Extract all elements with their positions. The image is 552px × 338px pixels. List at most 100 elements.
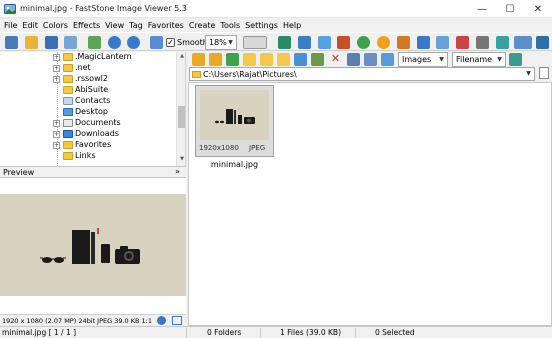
smooth-checkbox[interactable]: ✓: [166, 38, 175, 47]
fullscreen-icon[interactable]: [172, 316, 182, 325]
menu-create[interactable]: Create: [188, 21, 220, 30]
email-icon[interactable]: [88, 36, 101, 49]
menu-effects[interactable]: Effects: [72, 21, 104, 30]
folder-icon[interactable]: [25, 36, 38, 49]
resize-icon[interactable]: [278, 36, 291, 49]
menu-tag[interactable]: Tag: [128, 21, 147, 30]
tree-item[interactable]: Links: [0, 151, 176, 162]
chevron-down-icon[interactable]: ▼: [524, 68, 533, 79]
folder-icon: [192, 71, 201, 78]
forward-arrow-icon[interactable]: [209, 53, 222, 66]
tree-item[interactable]: + Favorites: [0, 140, 176, 151]
menu-help[interactable]: Help: [282, 21, 305, 30]
address-bar[interactable]: C:\Users\Rajat\Pictures\ ▼: [189, 67, 535, 81]
exit-icon[interactable]: [536, 36, 549, 49]
back-arrow-icon[interactable]: [192, 53, 205, 66]
draw-icon[interactable]: [337, 36, 350, 49]
folder-icon[interactable]: [243, 53, 256, 66]
folder-copy-icon[interactable]: [277, 53, 290, 66]
address-path: C:\Users\Rajat\Pictures\: [203, 70, 297, 79]
thumbnail-filename[interactable]: minimal.jpg: [195, 160, 274, 169]
tree-item[interactable]: Contacts: [0, 96, 176, 107]
tree-item[interactable]: + .MagicLantern: [0, 52, 176, 63]
status-divider: [186, 328, 187, 338]
open-icon[interactable]: [5, 36, 18, 49]
expand-icon[interactable]: +: [53, 76, 60, 83]
view-list-icon[interactable]: [364, 53, 377, 66]
tree-item[interactable]: + Documents: [0, 118, 176, 129]
status-file: minimal.jpg [ 1 / 1 ]: [2, 328, 77, 337]
tree-item[interactable]: AbiSuite: [0, 85, 176, 96]
thumbnail-dimensions: 1920x1080: [199, 144, 239, 152]
rotate-right-icon[interactable]: [417, 36, 430, 49]
folder-tree[interactable]: + .MagicLantern + .net + .rssowl2 AbiSui…: [0, 52, 186, 166]
clipboard-icon[interactable]: [539, 67, 549, 79]
tree-scrollbar[interactable]: ▲ ▼: [176, 52, 185, 166]
save-icon[interactable]: [45, 36, 58, 49]
delete-icon[interactable]: [456, 36, 469, 49]
tree-item[interactable]: + Downloads: [0, 129, 176, 140]
flip-icon[interactable]: [318, 36, 331, 49]
tree-item-label: Links: [75, 151, 96, 160]
hand-tool-icon[interactable]: [243, 36, 267, 49]
menu-colors[interactable]: Colors: [42, 21, 72, 30]
expand-icon[interactable]: +: [53, 131, 60, 138]
tree-item[interactable]: + .rssowl2: [0, 74, 176, 85]
refresh-icon[interactable]: [294, 53, 307, 66]
view-thumbnails-icon[interactable]: [347, 53, 360, 66]
close-button[interactable]: ✕: [524, 0, 552, 18]
scroll-down-icon[interactable]: ▼: [178, 156, 185, 164]
expand-icon[interactable]: +: [53, 120, 60, 127]
scrollbar-thumb[interactable]: [178, 106, 185, 128]
view-details-icon[interactable]: [381, 53, 394, 66]
delete-icon[interactable]: ✕: [329, 53, 342, 66]
tree-item[interactable]: + .net: [0, 63, 176, 74]
layout-icon[interactable]: [514, 36, 532, 49]
fit-icon[interactable]: [157, 316, 166, 325]
folder-icon: [63, 53, 73, 61]
sort-select[interactable]: Filename ▼: [452, 52, 506, 67]
sort-order-icon[interactable]: [509, 53, 522, 66]
thumbnail-icon[interactable]: [64, 36, 77, 49]
tree-item-label: .rssowl2: [75, 74, 108, 83]
fit-icon[interactable]: [150, 36, 163, 49]
collapse-icon[interactable]: »: [175, 167, 180, 176]
filter-select[interactable]: Images ▼: [398, 52, 448, 67]
thumbnail-browser[interactable]: 1920x1080 JPEG minimal.jpg: [188, 82, 552, 326]
maximize-button[interactable]: ☐: [496, 0, 524, 18]
crop-icon[interactable]: [298, 36, 311, 49]
image-info: 1920 x 1080 (2.07 MP) 24bit JPEG 39.0 KB…: [2, 317, 152, 325]
menu-settings[interactable]: Settings: [244, 21, 282, 30]
expand-icon[interactable]: +: [53, 54, 60, 61]
move-icon[interactable]: [311, 53, 324, 66]
scroll-up-icon[interactable]: ▲: [178, 53, 185, 61]
menu-file[interactable]: File: [3, 21, 21, 30]
preview-header: Preview »: [0, 166, 186, 178]
folder-new-icon[interactable]: [260, 53, 273, 66]
zoom-out-icon[interactable]: [127, 36, 140, 49]
rotate-left-icon[interactable]: [397, 36, 410, 49]
folder-up-icon[interactable]: [226, 53, 239, 66]
menu-view[interactable]: View: [104, 21, 128, 30]
chevron-down-icon: ▼: [228, 39, 233, 46]
zoom-in-icon[interactable]: [108, 36, 121, 49]
settings-icon[interactable]: [476, 36, 489, 49]
preview-title: Preview: [3, 168, 35, 177]
effects-icon[interactable]: [377, 36, 390, 49]
menu-tools[interactable]: Tools: [219, 21, 244, 30]
minimize-button[interactable]: —: [468, 0, 496, 18]
tree-item-label: .MagicLantern: [75, 52, 132, 61]
zoom-select[interactable]: 18% ▼: [205, 35, 237, 50]
user-icon[interactable]: [357, 36, 370, 49]
slideshow-icon[interactable]: [436, 36, 449, 49]
expand-icon[interactable]: +: [53, 142, 60, 149]
tree-item[interactable]: Desktop: [0, 107, 176, 118]
menu-edit[interactable]: Edit: [21, 21, 42, 30]
expand-icon[interactable]: +: [53, 65, 60, 72]
tree-item-label: AbiSuite: [75, 85, 109, 94]
minimal-photo-graphic: [215, 109, 255, 124]
thumbnail-card[interactable]: 1920x1080 JPEG: [195, 85, 274, 157]
menu-favorites[interactable]: Favorites: [147, 21, 188, 30]
fullscreen-icon[interactable]: [496, 36, 509, 49]
menu-bar: File Edit Colors Effects View Tag Favori…: [0, 18, 552, 32]
